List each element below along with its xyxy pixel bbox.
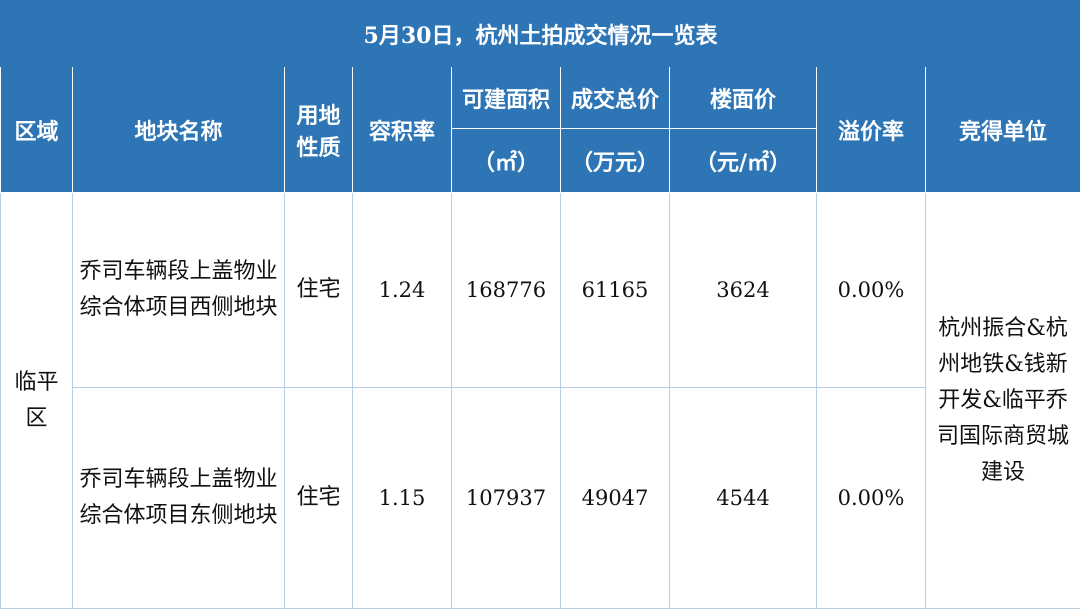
header-land-use: 用地 性质 <box>284 66 353 194</box>
parcel-name-cell: 乔司车辆段上盖物业综合体项目西侧地块 <box>72 192 285 388</box>
floor-price-cell: 3624 <box>669 192 817 388</box>
header-total-price: 成交总价 <box>560 66 670 130</box>
parcel-name-cell: 乔司车辆段上盖物业综合体项目东侧地块 <box>72 386 285 609</box>
winner-cell: 杭州振合&杭州地铁&钱新开发&临平乔司国际商贸城建设 <box>924 192 1080 609</box>
header-parcel-name: 地块名称 <box>72 66 285 194</box>
buildable-area-cell: 168776 <box>451 192 561 388</box>
table-row: 乔司车辆段上盖物业综合体项目东侧地块 住宅 1.15 107937 49047 … <box>1 386 1080 609</box>
premium-rate-cell: 0.00% <box>816 386 926 609</box>
header-total-price-unit: （万元） <box>560 128 670 194</box>
header-floor-price: 楼面价 <box>669 66 817 130</box>
header-far: 容积率 <box>352 66 452 194</box>
total-price-cell: 49047 <box>560 386 670 609</box>
region-cell: 临平区 <box>0 192 73 609</box>
table-title: 5月30日，杭州土拍成交情况一览表 <box>0 0 1080 68</box>
table-row: 临平区 乔司车辆段上盖物业综合体项目西侧地块 住宅 1.24 168776 61… <box>0 192 1080 609</box>
buildable-area-cell: 107937 <box>451 386 561 609</box>
header-buildable-area-unit: （㎡） <box>451 128 561 194</box>
land-use-cell: 住宅 <box>284 192 353 388</box>
header-premium-rate: 溢价率 <box>816 66 926 194</box>
far-cell: 1.15 <box>352 386 452 609</box>
far-cell: 1.24 <box>352 192 452 388</box>
header-land-use-line1: 用地 <box>296 102 341 129</box>
land-auction-table: 5月30日，杭州土拍成交情况一览表 区域 地块名称 用地 性质 容积率 可建面积… <box>0 0 1080 609</box>
total-price-cell: 61165 <box>560 192 670 388</box>
premium-rate-cell: 0.00% <box>816 192 926 388</box>
floor-price-cell: 4544 <box>669 386 817 609</box>
header-land-use-line2: 性质 <box>296 134 341 161</box>
header-region: 区域 <box>0 66 73 194</box>
header-winner: 竞得单位 <box>924 66 1080 194</box>
header-buildable-area: 可建面积 <box>451 66 561 130</box>
header-floor-price-unit: （元/㎡） <box>669 128 817 194</box>
land-use-cell: 住宅 <box>284 386 353 609</box>
